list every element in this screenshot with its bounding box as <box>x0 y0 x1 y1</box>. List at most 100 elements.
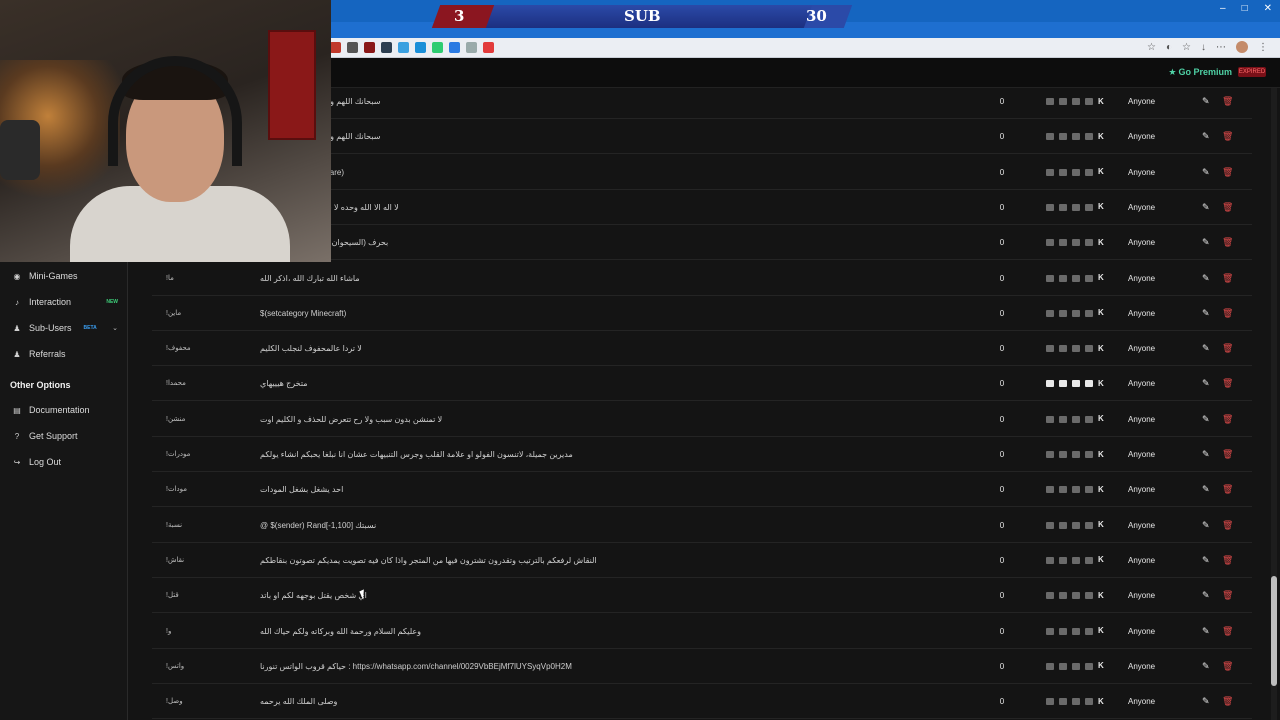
edit-icon[interactable]: ✎ <box>1202 614 1212 649</box>
kick-icon[interactable]: K <box>1098 521 1106 529</box>
extension-icon[interactable] <box>483 42 494 53</box>
extension-icon[interactable] <box>466 42 477 53</box>
twitch-icon[interactable] <box>1046 168 1054 176</box>
chat-icon[interactable] <box>1059 486 1067 494</box>
discord-icon[interactable] <box>1085 98 1093 105</box>
sidebar-item-log-out[interactable]: ↪ Log Out <box>12 457 124 467</box>
twitch-icon[interactable] <box>1046 345 1054 353</box>
edit-icon[interactable]: ✎ <box>1202 190 1212 225</box>
twitch-icon[interactable] <box>1046 133 1054 141</box>
trash-icon[interactable]: 🗑 <box>1222 261 1232 296</box>
chat-icon[interactable] <box>1059 451 1067 458</box>
twitch-icon[interactable] <box>1046 309 1054 317</box>
settings-icon[interactable]: ⋯ <box>1216 42 1226 53</box>
discord-icon[interactable] <box>1085 168 1093 176</box>
discord-icon[interactable] <box>1085 133 1093 141</box>
discord-icon[interactable] <box>1085 451 1093 458</box>
trash-icon[interactable]: 🗑 <box>1222 437 1232 472</box>
sidebar-item-sub-users[interactable]: ♟ Sub-Users BETA ⌄ <box>12 323 124 333</box>
kick-icon[interactable]: K <box>1098 697 1106 706</box>
kick-icon[interactable]: K <box>1098 238 1106 247</box>
edit-icon[interactable]: ✎ <box>1202 508 1212 543</box>
discord-icon[interactable] <box>1085 592 1093 600</box>
extension-icon[interactable] <box>398 42 409 53</box>
extension-icon[interactable] <box>381 42 392 53</box>
extension-icon[interactable] <box>364 42 375 53</box>
extension-icon[interactable] <box>415 42 426 53</box>
extension-icon[interactable] <box>347 42 358 53</box>
trash-icon[interactable]: 🗑 <box>1222 649 1232 684</box>
kick-icon[interactable]: K <box>1098 168 1106 176</box>
youtube-icon[interactable] <box>1072 309 1080 317</box>
youtube-icon[interactable] <box>1072 451 1080 458</box>
youtube-icon[interactable] <box>1072 486 1080 494</box>
discord-icon[interactable] <box>1085 662 1093 670</box>
sidebar-item-interaction[interactable]: ♪ Interaction NEW <box>12 297 124 307</box>
sidebar-item-mini-games[interactable]: ◉ Mini-Games <box>12 271 124 281</box>
chat-icon[interactable] <box>1059 592 1067 600</box>
favorites-icon[interactable]: ☆ <box>1182 42 1191 53</box>
kick-icon[interactable]: K <box>1098 415 1106 423</box>
trash-icon[interactable]: 🗑 <box>1222 366 1232 401</box>
kick-icon[interactable]: K <box>1098 132 1106 141</box>
chat-icon[interactable] <box>1059 556 1067 564</box>
discord-icon[interactable] <box>1085 521 1093 529</box>
chat-icon[interactable] <box>1059 345 1067 353</box>
twitch-icon[interactable] <box>1046 627 1054 635</box>
discord-icon[interactable] <box>1085 345 1093 353</box>
kick-icon[interactable]: K <box>1098 203 1106 211</box>
chat-icon[interactable] <box>1059 239 1067 247</box>
youtube-icon[interactable] <box>1072 592 1080 600</box>
extension-icon[interactable] <box>330 42 341 53</box>
menu-icon[interactable]: ⋮ <box>1258 42 1268 53</box>
twitch-icon[interactable] <box>1046 451 1054 458</box>
twitch-icon[interactable] <box>1046 98 1054 105</box>
edit-icon[interactable]: ✎ <box>1202 261 1212 296</box>
edit-icon[interactable]: ✎ <box>1202 296 1212 331</box>
chat-icon[interactable] <box>1059 698 1067 706</box>
twitch-icon[interactable] <box>1046 239 1054 247</box>
edit-icon[interactable]: ✎ <box>1202 472 1212 507</box>
kick-icon[interactable]: K <box>1098 450 1106 459</box>
twitch-icon[interactable] <box>1046 592 1054 600</box>
go-premium-button[interactable]: ★ Go Premium <box>1168 67 1232 78</box>
trash-icon[interactable]: 🗑 <box>1222 119 1232 154</box>
chat-icon[interactable] <box>1059 133 1067 141</box>
trash-icon[interactable]: 🗑 <box>1222 684 1232 719</box>
discord-icon[interactable] <box>1085 274 1093 282</box>
trash-icon[interactable]: 🗑 <box>1222 472 1232 507</box>
trash-icon[interactable]: 🗑 <box>1222 225 1232 260</box>
kick-icon[interactable]: K <box>1098 627 1106 635</box>
twitch-icon[interactable] <box>1046 521 1054 529</box>
trash-icon[interactable]: 🗑 <box>1222 402 1232 437</box>
edit-icon[interactable]: ✎ <box>1202 331 1212 366</box>
edit-icon[interactable]: ✎ <box>1202 225 1212 260</box>
chat-icon[interactable] <box>1059 203 1067 211</box>
youtube-icon[interactable] <box>1072 274 1080 282</box>
chevron-down-icon[interactable]: ⌄ <box>112 324 118 332</box>
edit-icon[interactable]: ✎ <box>1202 366 1212 401</box>
extension-icon[interactable] <box>432 42 443 53</box>
kick-icon[interactable]: K <box>1098 379 1106 388</box>
youtube-icon[interactable] <box>1072 662 1080 670</box>
chat-icon[interactable] <box>1059 380 1067 388</box>
close-icon[interactable]: ✕ <box>1264 3 1272 14</box>
youtube-icon[interactable] <box>1072 345 1080 353</box>
maximize-icon[interactable]: □ <box>1242 3 1248 14</box>
trash-icon[interactable]: 🗑 <box>1222 578 1232 613</box>
discord-icon[interactable] <box>1085 203 1093 211</box>
profile-avatar[interactable] <box>1236 41 1248 53</box>
twitch-icon[interactable] <box>1046 662 1054 670</box>
youtube-icon[interactable] <box>1072 239 1080 247</box>
twitch-icon[interactable] <box>1046 274 1054 282</box>
kick-icon[interactable]: K <box>1098 485 1106 494</box>
bookmark-star-icon[interactable]: ☆ <box>1147 42 1156 53</box>
trash-icon[interactable]: 🗑 <box>1222 190 1232 225</box>
download-icon[interactable]: ↓ <box>1201 42 1206 53</box>
scrollbar-thumb[interactable] <box>1271 576 1277 686</box>
youtube-icon[interactable] <box>1072 98 1080 105</box>
trash-icon[interactable]: 🗑 <box>1222 614 1232 649</box>
edit-icon[interactable]: ✎ <box>1202 402 1212 437</box>
kick-icon[interactable]: K <box>1098 662 1106 670</box>
discord-icon[interactable] <box>1085 556 1093 564</box>
